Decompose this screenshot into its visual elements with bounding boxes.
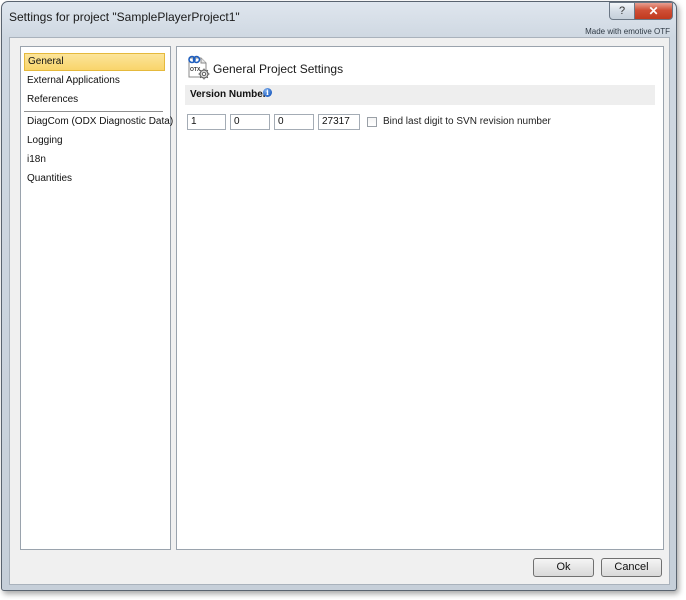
ok-button[interactable]: Ok: [533, 558, 594, 577]
window-title: Settings for project "SamplePlayerProjec…: [9, 10, 240, 24]
dialog-body: General External Applications References…: [9, 37, 670, 585]
close-icon: ✕: [648, 4, 659, 18]
bind-svn-checkbox[interactable]: [367, 117, 377, 127]
title-bar[interactable]: Settings for project "SamplePlayerProjec…: [2, 2, 676, 40]
nav-item-general[interactable]: General: [24, 53, 165, 71]
branding-text: Made with emotive OTF: [585, 27, 670, 36]
version-build-input[interactable]: 27317: [318, 114, 360, 130]
help-button[interactable]: ?: [609, 2, 635, 20]
nav-item-external-applications[interactable]: External Applications: [24, 72, 165, 90]
version-number-section-header: Version Number i: [185, 85, 655, 105]
otx-settings-icon: OTX: [186, 55, 212, 81]
info-icon[interactable]: i: [263, 88, 272, 97]
nav-item-diagcom[interactable]: DiagCom (ODX Diagnostic Data): [24, 113, 173, 131]
otx-icon-label: OTX: [190, 67, 201, 73]
close-button[interactable]: ✕: [634, 2, 673, 20]
nav-divider: [24, 111, 163, 112]
section-title: Version Number: [190, 89, 267, 100]
page-title: General Project Settings: [213, 62, 344, 76]
nav-item-quantities[interactable]: Quantities: [24, 170, 165, 188]
cancel-button[interactable]: Cancel: [601, 558, 662, 577]
version-minor-input[interactable]: 0: [230, 114, 270, 130]
version-major-input[interactable]: 1: [187, 114, 226, 130]
settings-dialog: Settings for project "SamplePlayerProjec…: [1, 1, 677, 591]
nav-item-i18n[interactable]: i18n: [24, 151, 165, 169]
settings-content-panel: OTX General Project Settings Version Num…: [176, 46, 664, 550]
settings-nav-list: General External Applications References…: [20, 46, 173, 550]
bind-svn-label[interactable]: Bind last digit to SVN revision number: [383, 116, 551, 127]
nav-item-logging[interactable]: Logging: [24, 132, 165, 150]
question-mark-icon: ?: [618, 5, 626, 17]
nav-item-references[interactable]: References: [24, 91, 165, 109]
version-patch-input[interactable]: 0: [274, 114, 314, 130]
